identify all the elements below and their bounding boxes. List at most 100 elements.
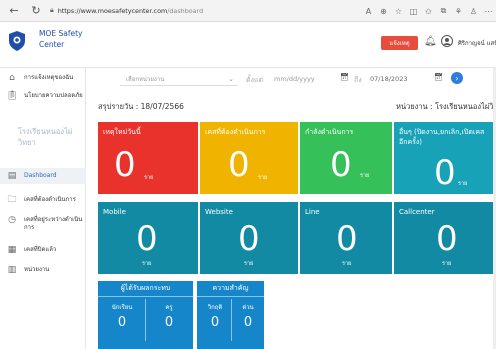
- user-avatar-icon[interactable]: [441, 35, 453, 47]
- split-screen-icon[interactable]: ◫: [406, 3, 421, 19]
- sidebar-item-agency[interactable]: ▥ หน่วยงาน: [0, 264, 86, 276]
- sidebar-item-closed-cases[interactable]: ▦ เคสที่ปิดแล้ว: [0, 244, 86, 256]
- card-value: 0: [436, 219, 458, 259]
- url-host: https://www.moesafetycenter.com: [57, 6, 168, 15]
- app-header: MOE Safety Center แจ้งเหตุ 🔔︎ ศิริกาญจน์…: [0, 22, 496, 68]
- collections-icon[interactable]: ⧉: [436, 3, 451, 19]
- sidebar-item-label: เคสที่อยู่ระหว่างดำเนินการ: [24, 216, 83, 231]
- sidebar-item-label: หน่วยงาน: [24, 266, 50, 273]
- card-value: 0: [330, 145, 352, 185]
- filter-bar: เลือกหน่วยงาน ⌄ ตั้งแต่ mm/dd/yyyy 📅︎ ถึ…: [86, 68, 496, 90]
- more-icon[interactable]: ⋯: [481, 3, 496, 19]
- card-title: Callcenter: [399, 208, 435, 216]
- card-unit: ราย: [142, 261, 152, 267]
- building-icon: ▥: [7, 265, 17, 275]
- card-unit: ราย: [360, 173, 370, 179]
- favorites-icon[interactable]: ✩: [421, 3, 436, 19]
- card-to-process[interactable]: เคสที่ต้องดำเนินการ 0 ราย: [200, 122, 298, 194]
- notify-button[interactable]: แจ้งเหตุ: [381, 36, 418, 50]
- card-value: 0: [114, 145, 136, 185]
- card-title: เหตุใหม่วันนี้: [103, 128, 141, 136]
- extensions-icon[interactable]: ⚘: [451, 3, 466, 19]
- card-new-today[interactable]: เหตุใหม่วันนี้ 0 ราย: [98, 122, 198, 194]
- from-date-input[interactable]: mm/dd/yyyy: [274, 72, 315, 86]
- sidebar-item-dashboard[interactable]: ▤ Dashboard: [0, 168, 86, 184]
- card-title: กำลังดำเนินการ: [305, 128, 354, 136]
- sidebar-item-label: Dashboard: [24, 172, 57, 179]
- divider: [145, 299, 146, 341]
- card-unit: ราย: [258, 175, 268, 181]
- to-label: ถึง: [354, 76, 362, 84]
- card-unit: ราย: [458, 181, 468, 187]
- zoom-icon[interactable]: ⊕: [376, 3, 391, 19]
- card-title: เคสที่ต้องดำเนินการ: [205, 128, 266, 136]
- card-website[interactable]: Website 0 ราย: [200, 202, 298, 274]
- sidebar-item-label: เคสที่ปิดแล้ว: [24, 246, 57, 253]
- sidebar-item-in-progress[interactable]: ◷ เคสที่อยู่ระหว่างดำเนินการ: [0, 214, 86, 232]
- read-aloud-icon[interactable]: A: [361, 3, 376, 19]
- brand-name[interactable]: MOE Safety Center: [39, 28, 83, 50]
- card-unit: ราย: [442, 261, 452, 267]
- school-name-faded: โรงเรียนหนองไผ่วิทยา: [18, 127, 73, 147]
- affected-students-label: นักเรียน: [111, 304, 133, 311]
- calendar-icon[interactable]: 📅︎: [434, 73, 443, 81]
- user-name[interactable]: ศิริกาญจน์ แสนิตวงศ์ ณ อยุธ: [458, 38, 496, 48]
- sidebar-item-label: นโยบายความปลอดภัย: [24, 92, 83, 99]
- brand-line1: MOE Safety: [39, 29, 83, 38]
- card-line[interactable]: Line 0 ราย: [300, 202, 392, 274]
- sidebar-item-my-reports[interactable]: ⌂ การแจ้งเหตุของฉัน: [0, 72, 86, 84]
- severity-title: ความสำคัญ: [197, 281, 264, 297]
- card-value: 0: [238, 219, 260, 259]
- affected-title: ผู้ได้รับผลกระทบ: [98, 281, 193, 297]
- severity-critical-value: 0: [210, 315, 220, 330]
- archive-icon: ▦: [7, 245, 17, 255]
- severity-box: ความสำคัญ วิกฤติ 0 ด่วน 0: [197, 281, 264, 349]
- card-mobile[interactable]: Mobile 0 ราย: [98, 202, 198, 274]
- card-title: Line: [305, 208, 320, 216]
- clock-icon: ◷: [8, 215, 16, 225]
- folder-icon: 🗀︎: [7, 195, 17, 205]
- card-in-progress[interactable]: กำลังดำเนินการ 0 ราย: [300, 122, 392, 194]
- card-title: Mobile: [103, 208, 126, 216]
- search-go-button[interactable]: ›: [451, 72, 463, 84]
- browser-toolbar: ← ↻ 🔒︎ https://www.moesafetycenter.com/d…: [0, 0, 496, 22]
- card-value: 0: [228, 145, 250, 185]
- card-unit: ราย: [244, 261, 254, 267]
- dashboard-icon: ▤: [7, 171, 17, 181]
- back-icon[interactable]: ←: [6, 3, 22, 19]
- card-unit: ราย: [144, 175, 154, 181]
- card-value: 0: [434, 153, 456, 193]
- sidebar: ⌂ การแจ้งเหตุของฉัน 📋︎ นโยบายความปลอดภัย…: [0, 68, 86, 349]
- favorite-icon[interactable]: ☆: [391, 3, 406, 19]
- card-unit: ราย: [342, 261, 352, 267]
- to-date-input[interactable]: 07/18/2023: [370, 72, 407, 86]
- sidebar-item-policy[interactable]: 📋︎ นโยบายความปลอดภัย: [0, 90, 86, 102]
- url-path: /dashboard: [167, 6, 204, 15]
- refresh-icon[interactable]: ↻: [28, 3, 44, 19]
- agency-select[interactable]: เลือกหน่วยงาน ⌄: [120, 72, 238, 86]
- lock-icon: 🔒︎: [50, 6, 54, 14]
- from-label: ตั้งแต่: [246, 76, 264, 84]
- clipboard-icon: 📋︎: [6, 91, 18, 101]
- affected-students-value: 0: [117, 315, 127, 330]
- card-value: 0: [136, 219, 158, 259]
- severity-urgent-label: ด่วน: [242, 304, 254, 311]
- card-value: 0: [336, 219, 358, 259]
- affected-teachers-label: ครู: [165, 304, 173, 311]
- sidebar-item-label: เคสที่ต้องดำเนินการ: [24, 196, 76, 203]
- shield-logo-icon[interactable]: [9, 31, 25, 51]
- calendar-icon[interactable]: 📅︎: [340, 73, 349, 81]
- card-callcenter[interactable]: Callcenter 0 ราย: [394, 202, 493, 274]
- card-other[interactable]: อื่นๆ (ปิดงาน,ยกเลิก,เปิดเคสอีกครั้ง) 0 …: [394, 122, 493, 194]
- bell-icon[interactable]: 🔔︎: [424, 36, 437, 47]
- summary-date: สรุปรายวัน : 18/07/2566: [98, 102, 184, 111]
- affected-box: ผู้ได้รับผลกระทบ นักเรียน 0 ครู 0: [98, 281, 193, 349]
- severity-urgent-value: 0: [243, 315, 253, 330]
- agency-label: หน่วยงาน : โรงเรียนหนองไผ่วิทยา: [396, 102, 496, 111]
- home-icon: ⌂: [9, 73, 15, 83]
- sidebar-item-label: การแจ้งเหตุของฉัน: [24, 74, 74, 81]
- affected-teachers-value: 0: [164, 315, 174, 330]
- address-bar[interactable]: 🔒︎ https://www.moesafetycenter.com/dashb…: [50, 3, 203, 19]
- sidebar-item-todo-cases[interactable]: 🗀︎ เคสที่ต้องดำเนินการ: [0, 194, 86, 206]
- profile-icon[interactable]: ♙: [466, 3, 481, 19]
